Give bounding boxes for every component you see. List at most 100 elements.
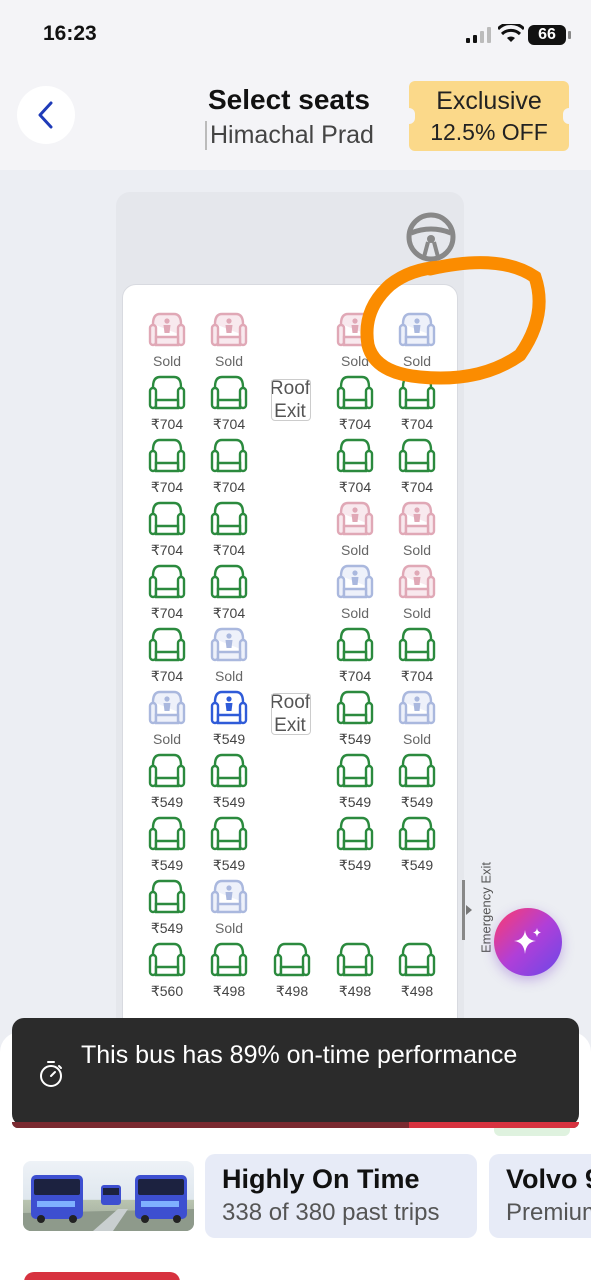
offer-badge[interactable]: Exclusive 12.5% OFF [403, 81, 575, 151]
offer-line-1: Exclusive [436, 87, 542, 115]
bus-type-card[interactable]: Volvo 9 Premium [489, 1154, 591, 1238]
seat-price-label: ₹549 [400, 794, 434, 810]
person-icon [413, 570, 421, 585]
seat-price-label: Sold [402, 542, 432, 558]
seat-icon [210, 312, 248, 347]
seat-price-label: Sold [214, 920, 244, 936]
seat-available[interactable]: ₹704 [333, 374, 377, 434]
seat-price-label: ₹498 [212, 983, 246, 999]
seat-available[interactable]: ₹704 [333, 626, 377, 686]
seat-available[interactable]: ₹549 [207, 815, 251, 875]
seat-available[interactable]: ₹498 [333, 941, 377, 1001]
seat-available[interactable]: ₹498 [270, 941, 314, 1001]
seat-icon [148, 690, 186, 725]
seat-icon [210, 879, 248, 914]
back-button[interactable] [17, 86, 75, 144]
seat-icon [398, 564, 436, 599]
seat-available[interactable]: ₹549 [145, 815, 189, 875]
seat-icon [398, 627, 436, 662]
person-icon [225, 696, 233, 711]
seat-available[interactable]: ₹704 [145, 500, 189, 560]
seat-icon [398, 690, 436, 725]
person-icon [225, 318, 233, 333]
seat-price-label: ₹704 [212, 542, 246, 558]
bus-photo[interactable] [23, 1161, 194, 1231]
seat-price-label: ₹704 [400, 479, 434, 495]
seat-available[interactable]: ₹560 [145, 941, 189, 1001]
seat-sold: Sold [207, 626, 251, 686]
seat-sold: Sold [145, 311, 189, 371]
person-icon [163, 696, 171, 711]
seat-price-label: ₹704 [212, 605, 246, 621]
seat-price-label: ₹549 [338, 794, 372, 810]
person-icon [413, 318, 421, 333]
seat-available[interactable]: ₹498 [395, 941, 439, 1001]
seat-available[interactable]: ₹704 [207, 437, 251, 497]
seat-available[interactable]: ₹549 [145, 878, 189, 938]
seat-price-label: ₹498 [400, 983, 434, 999]
seat-price-label: ₹560 [150, 983, 184, 999]
seat-price-label: ₹549 [212, 794, 246, 810]
seat-icon [210, 627, 248, 662]
seat-available[interactable]: ₹704 [207, 374, 251, 434]
seat-icon [398, 816, 436, 851]
seat-price-label: ₹704 [338, 416, 372, 432]
chevron-left-icon [38, 101, 53, 129]
on-time-card[interactable]: Highly On Time 338 of 380 past trips [205, 1154, 477, 1238]
seat-icon [336, 312, 374, 347]
seat-price-label: ₹704 [212, 479, 246, 495]
seat-available[interactable]: ₹549 [333, 815, 377, 875]
seat-icon [148, 753, 186, 788]
seat-icon [210, 816, 248, 851]
person-icon [413, 696, 421, 711]
battery-indicator: 66 [528, 25, 571, 45]
seat-available[interactable]: ₹704 [207, 500, 251, 560]
seat-price-label: ₹704 [400, 416, 434, 432]
seat-available[interactable]: ₹704 [145, 563, 189, 623]
seat-price-label: ₹498 [275, 983, 309, 999]
seat-available[interactable]: ₹704 [145, 374, 189, 434]
bus-layout: Roof Exit Roof Exit Sold Sold Sold Sold ₹704… [116, 192, 464, 1044]
seat-price-label: ₹704 [338, 479, 372, 495]
seat-price-label: ₹498 [338, 983, 372, 999]
seat-icon [336, 942, 374, 977]
seat-price-label: Sold [214, 353, 244, 369]
seat-available[interactable]: ₹704 [333, 437, 377, 497]
seat-available[interactable]: ₹704 [395, 437, 439, 497]
seat-sold: Sold [207, 311, 251, 371]
seat-available[interactable]: ₹704 [395, 374, 439, 434]
seat-available[interactable]: ₹549 [207, 752, 251, 812]
steering-wheel-icon [406, 212, 456, 262]
seat-available[interactable]: ₹704 [207, 563, 251, 623]
seat-price-label: Sold [340, 353, 370, 369]
seat-icon [148, 627, 186, 662]
seat-price-label: ₹704 [150, 479, 184, 495]
ai-assistant-button[interactable] [494, 908, 562, 976]
seat-price-label: ₹549 [150, 920, 184, 936]
seat-available[interactable]: ₹498 [207, 941, 251, 1001]
seat-available[interactable]: ₹549 [333, 752, 377, 812]
seat-available[interactable]: ₹549 [145, 752, 189, 812]
roof-exit: Roof Exit [267, 377, 313, 422]
seat-sold: Sold [395, 689, 439, 749]
seat-price-label: ₹704 [150, 542, 184, 558]
emergency-exit-label: Emergency Exit [478, 861, 494, 954]
seat-available[interactable]: ₹704 [145, 626, 189, 686]
seat-price-label: Sold [402, 353, 432, 369]
card-subtext: 338 of 380 past trips [222, 1199, 440, 1226]
seat-icon [398, 753, 436, 788]
roof-exit: Roof Exit [267, 691, 313, 736]
header: Select seats Himachal Prad Exclusive 12.… [0, 70, 591, 170]
seat-price-label: Sold [214, 668, 244, 684]
seat-male[interactable]: ₹549 [207, 689, 251, 749]
seat-available[interactable]: ₹549 [333, 689, 377, 749]
seat-icon [398, 375, 436, 410]
seat-icon [336, 501, 374, 536]
seat-available[interactable]: ₹704 [395, 626, 439, 686]
seat-icon [398, 942, 436, 977]
seat-available[interactable]: ₹704 [145, 437, 189, 497]
proceed-button[interactable] [24, 1272, 180, 1280]
seat-available[interactable]: ₹549 [395, 752, 439, 812]
seat-available[interactable]: ₹549 [395, 815, 439, 875]
status-time: 16:23 [43, 22, 97, 45]
